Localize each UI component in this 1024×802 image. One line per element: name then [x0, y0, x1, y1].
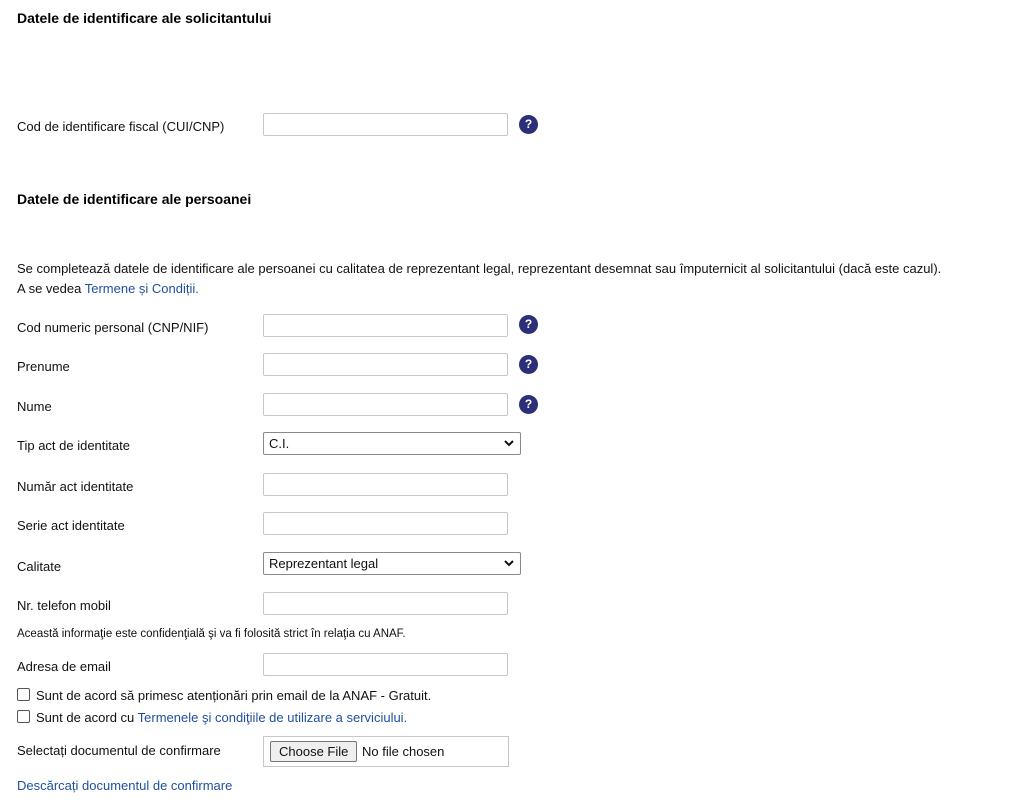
- chevron-down-icon: [504, 560, 514, 567]
- alerts-checkbox-label: Sunt de acord să primesc atenționări pri…: [36, 688, 432, 703]
- person-intro-line2: A se vedea: [17, 281, 85, 296]
- calitate-label: Calitate: [17, 559, 62, 574]
- upload-label: Selectați documentul de confirmare: [17, 743, 221, 758]
- tip-act-label: Tip act de identitate: [17, 438, 130, 453]
- tip-act-select[interactable]: C.I.: [263, 432, 521, 455]
- cnp-label: Cod numeric personal (CNP/NIF): [17, 320, 209, 335]
- help-icon[interactable]: ?: [519, 115, 538, 134]
- serie-act-input[interactable]: [263, 512, 508, 535]
- email-label: Adresa de email: [17, 659, 111, 674]
- nume-label: Nume: [17, 399, 52, 414]
- person-intro-line1: Se completează datele de identificare al…: [17, 261, 942, 276]
- tip-act-value: C.I.: [269, 436, 290, 451]
- cnp-input[interactable]: [263, 314, 508, 337]
- nume-input[interactable]: [263, 393, 508, 416]
- person-intro-text: Se completează datele de identificare al…: [17, 259, 941, 299]
- choose-file-button[interactable]: Choose File: [270, 741, 358, 762]
- confidential-note: Această informaţie este confidenţială şi…: [17, 628, 406, 640]
- file-status-text: No file chosen: [362, 744, 445, 759]
- terms-checkbox-label: Sunt de acord cu: [36, 710, 138, 725]
- numar-act-label: Număr act identitate: [17, 479, 134, 494]
- alerts-checkbox-row: Sunt de acord să primesc atenționări pri…: [17, 688, 431, 703]
- help-icon[interactable]: ?: [519, 395, 538, 414]
- email-input[interactable]: [263, 653, 508, 676]
- section-title-person: Datele de identificare ale persoanei: [17, 191, 252, 207]
- terms-checkbox-row: Sunt de acord cu Termenele şi condiţiile…: [17, 710, 407, 725]
- help-icon[interactable]: ?: [519, 315, 538, 334]
- chevron-down-icon: [504, 440, 514, 447]
- cui-input[interactable]: [263, 113, 508, 136]
- prenume-label: Prenume: [17, 359, 70, 374]
- help-icon[interactable]: ?: [519, 355, 538, 374]
- numar-act-input[interactable]: [263, 473, 508, 496]
- download-document-link[interactable]: Descărcați documentul de confirmare: [17, 778, 232, 793]
- alerts-checkbox[interactable]: [17, 688, 30, 701]
- section-title-applicant: Datele de identificare ale solicitantulu…: [17, 10, 272, 26]
- cui-label: Cod de identificare fiscal (CUI/CNP): [17, 119, 225, 134]
- prenume-input[interactable]: [263, 353, 508, 376]
- telefon-label: Nr. telefon mobil: [17, 598, 111, 613]
- terms-conditions-link[interactable]: Termene și Condiții.: [85, 281, 199, 296]
- calitate-select[interactable]: Reprezentant legal: [263, 552, 521, 575]
- calitate-value: Reprezentant legal: [269, 556, 379, 571]
- terms-checkbox[interactable]: [17, 710, 30, 723]
- file-upload-input[interactable]: Choose File No file chosen: [263, 736, 509, 767]
- terms-of-use-link[interactable]: Termenele şi condiţiile de utilizare a s…: [138, 710, 408, 725]
- telefon-input[interactable]: [263, 592, 508, 615]
- serie-act-label: Serie act identitate: [17, 518, 125, 533]
